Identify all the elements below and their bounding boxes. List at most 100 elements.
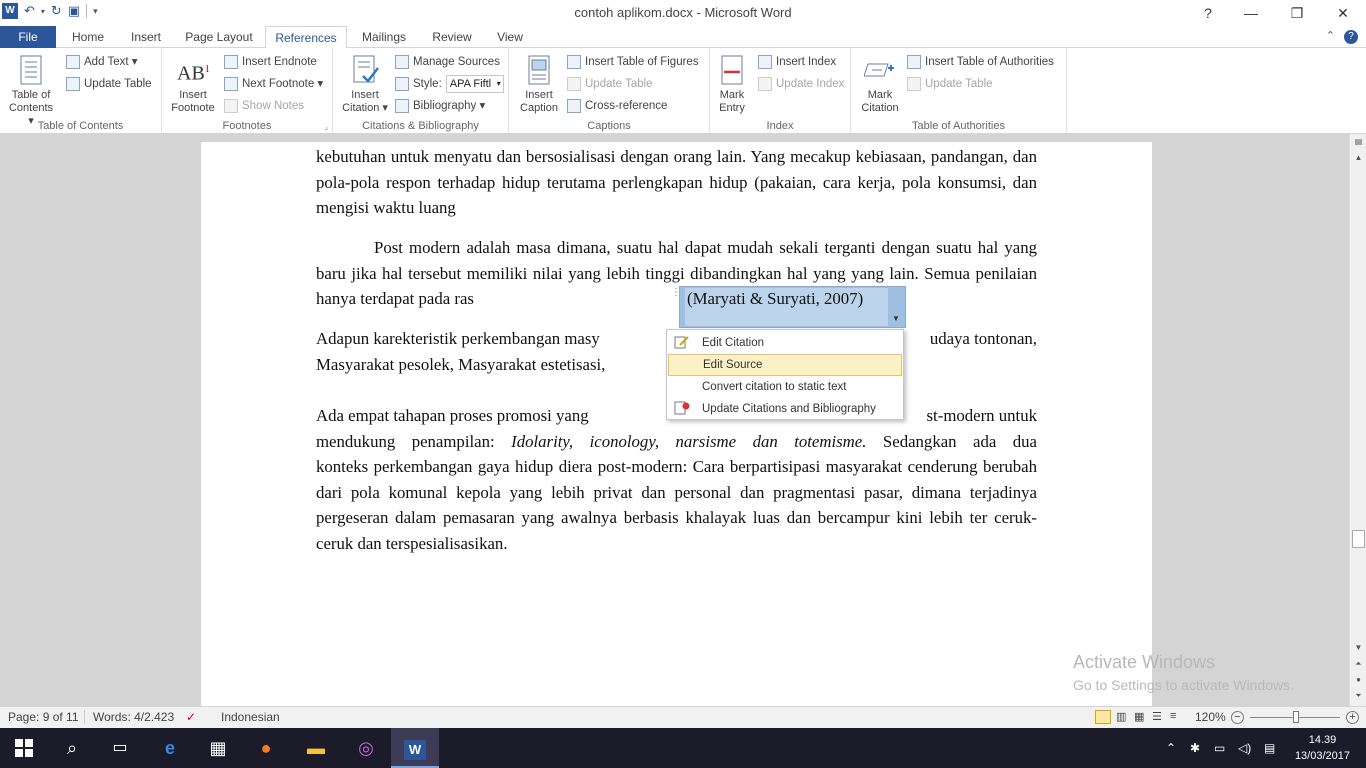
tab-mailings[interactable]: Mailings: [354, 26, 414, 48]
previous-page-icon[interactable]: ⏶: [1350, 656, 1366, 672]
tab-view[interactable]: View: [488, 26, 532, 48]
battery-icon[interactable]: ▭: [1214, 728, 1225, 768]
tab-insert[interactable]: Insert: [122, 26, 170, 48]
store-icon[interactable]: ▦: [194, 728, 242, 768]
scroll-thumb[interactable]: [1352, 530, 1365, 548]
search-icon[interactable]: ⌕: [48, 728, 96, 768]
insert-caption-label: Insert: [525, 89, 553, 101]
firefox-icon[interactable]: ●: [242, 728, 290, 768]
update-table-authorities-label: Update Table: [925, 78, 993, 90]
update-table-toc-button[interactable]: Update Table: [66, 74, 152, 94]
network-icon[interactable]: ✱: [1190, 728, 1200, 768]
insert-caption-button[interactable]: Insert Caption: [513, 54, 565, 115]
tab-home[interactable]: Home: [64, 26, 112, 48]
mark-entry-button[interactable]: Mark Entry: [712, 54, 752, 115]
show-hidden-icons-icon[interactable]: ⌃: [1166, 728, 1176, 768]
draft-view-icon[interactable]: ≡: [1170, 710, 1176, 722]
update-citations-icon: [674, 401, 690, 415]
citation-dropdown-arrow-icon[interactable]: ▼: [888, 312, 904, 326]
citation-content-control[interactable]: ⋮ (Maryati & Suryati, 2007) ▼: [671, 286, 906, 328]
group-citations-bibliography: Insert Citation ▾ Manage Sources Style: …: [333, 48, 509, 134]
vertical-scrollbar[interactable]: ▤ ▲ ▼ ⏶ ● ⏷: [1349, 134, 1366, 706]
system-clock[interactable]: 14.39 13/03/2017: [1295, 732, 1350, 764]
update-table-authorities-button[interactable]: Update Table: [907, 74, 993, 94]
file-explorer-icon[interactable]: ▬: [292, 728, 340, 768]
start-button-icon[interactable]: [0, 728, 48, 768]
zoom-in-icon[interactable]: +: [1346, 711, 1359, 724]
print-layout-icon[interactable]: [1095, 710, 1111, 724]
help-icon[interactable]: ?: [1344, 30, 1358, 44]
group-label-index: Index: [766, 120, 794, 132]
tab-review[interactable]: Review: [424, 26, 480, 48]
scroll-up-arrow-icon[interactable]: ▲: [1350, 150, 1366, 166]
language-indicator[interactable]: Indonesian: [221, 710, 280, 724]
web-layout-icon[interactable]: ▦: [1134, 710, 1144, 723]
word-count[interactable]: Words: 4/2.423: [93, 710, 174, 724]
insert-footnote-button[interactable]: AB1 Insert Footnote: [168, 54, 218, 115]
table-of-contents-icon: [15, 54, 47, 86]
mark-citation-label: Mark: [867, 89, 893, 101]
paragraph-4[interactable]: Ada empat tahapan proses promosi yang st…: [316, 403, 1037, 556]
update-index-icon: [758, 77, 772, 91]
clock-time: 14.39: [1308, 734, 1337, 746]
insert-endnote-button[interactable]: Insert Endnote: [224, 52, 317, 72]
style-value: APA Fiftl: [449, 78, 492, 90]
insert-table-of-authorities-button[interactable]: Insert Table of Authorities: [907, 52, 1054, 72]
restore-button[interactable]: ❐: [1274, 0, 1320, 26]
show-notes-button[interactable]: Show Notes: [224, 96, 304, 116]
collapse-ribbon-icon[interactable]: ⌃: [1326, 30, 1335, 42]
app-icon[interactable]: ◎: [342, 728, 390, 768]
volume-icon[interactable]: ◁): [1238, 728, 1251, 768]
close-button[interactable]: ✕: [1320, 0, 1366, 26]
word-taskbar-icon[interactable]: W: [391, 728, 439, 768]
outline-view-icon[interactable]: ☰: [1152, 710, 1162, 723]
manage-sources-button[interactable]: Manage Sources: [395, 52, 500, 72]
ribbon-tabs: File Home Insert Page Layout References …: [0, 26, 1366, 49]
minimize-button[interactable]: —: [1228, 0, 1274, 26]
zoom-level[interactable]: 120%: [1195, 710, 1226, 724]
task-view-icon[interactable]: ▭: [96, 728, 144, 768]
tab-references[interactable]: References: [265, 26, 347, 49]
menu-item-update-citations-label: Update Citations and Bibliography: [702, 403, 876, 415]
insert-footnote-label: Insert: [179, 89, 207, 101]
insert-citation-button[interactable]: Insert Citation ▾: [337, 54, 393, 115]
next-footnote-button[interactable]: Next Footnote ▾: [224, 74, 323, 94]
next-page-icon[interactable]: ⏷: [1350, 688, 1366, 704]
paragraph-4-line2-italic: Idolarity, iconology, narsisme dan totem…: [511, 431, 867, 451]
footnotes-dialog-launcher-icon[interactable]: ⌟: [324, 122, 328, 131]
menu-item-update-citations[interactable]: Update Citations and Bibliography: [668, 398, 902, 420]
table-of-contents-button[interactable]: Table of Contents ▾: [6, 54, 56, 128]
insert-index-button[interactable]: Insert Index: [758, 52, 836, 72]
action-center-icon[interactable]: ▤: [1264, 728, 1275, 768]
menu-item-convert-citation[interactable]: Convert citation to static text: [668, 376, 902, 398]
zoom-out-icon[interactable]: −: [1231, 711, 1244, 724]
cross-reference-button[interactable]: Cross-reference: [567, 96, 667, 116]
select-browse-object-icon[interactable]: ●: [1350, 672, 1366, 688]
add-text-button[interactable]: Add Text ▾: [66, 52, 138, 72]
tab-file[interactable]: File: [0, 26, 56, 48]
proofing-icon[interactable]: ✓: [186, 710, 196, 724]
update-table-toc-label: Update Table: [84, 78, 152, 90]
bibliography-button[interactable]: Bibliography ▾: [395, 96, 485, 116]
paragraph-1[interactable]: kebutuhan untuk menyatu dan bersosialisa…: [316, 144, 1037, 221]
update-table-captions-button[interactable]: Update Table: [567, 74, 653, 94]
ribbon-display-options-icon[interactable]: ?: [1188, 0, 1228, 26]
insert-table-of-figures-button[interactable]: Insert Table of Figures: [567, 52, 699, 72]
style-dropdown[interactable]: APA Fiftl ▾: [445, 75, 504, 93]
citation-handle-icon[interactable]: ⋮: [671, 287, 681, 307]
tab-page-layout[interactable]: Page Layout: [179, 26, 259, 48]
edge-browser-icon[interactable]: e: [146, 728, 194, 768]
full-screen-reading-icon[interactable]: ▥: [1116, 710, 1126, 723]
scroll-down-arrow-icon[interactable]: ▼: [1350, 640, 1366, 656]
zoom-slider-thumb[interactable]: [1293, 711, 1299, 723]
mark-entry-icon: [716, 54, 748, 86]
mark-citation-button[interactable]: Mark Citation: [855, 54, 905, 115]
page-count[interactable]: Page: 9 of 11: [8, 710, 79, 724]
next-footnote-icon: [224, 77, 238, 91]
update-index-button[interactable]: Update Index: [758, 74, 844, 94]
next-footnote-label: Next Footnote ▾: [242, 78, 324, 90]
ruler-toggle-icon[interactable]: ▤: [1350, 134, 1366, 150]
menu-item-edit-citation[interactable]: Edit Citation: [668, 332, 902, 354]
document-page[interactable]: kebutuhan untuk menyatu dan bersosialisa…: [201, 142, 1152, 706]
menu-item-edit-source[interactable]: Edit Source: [668, 354, 902, 376]
